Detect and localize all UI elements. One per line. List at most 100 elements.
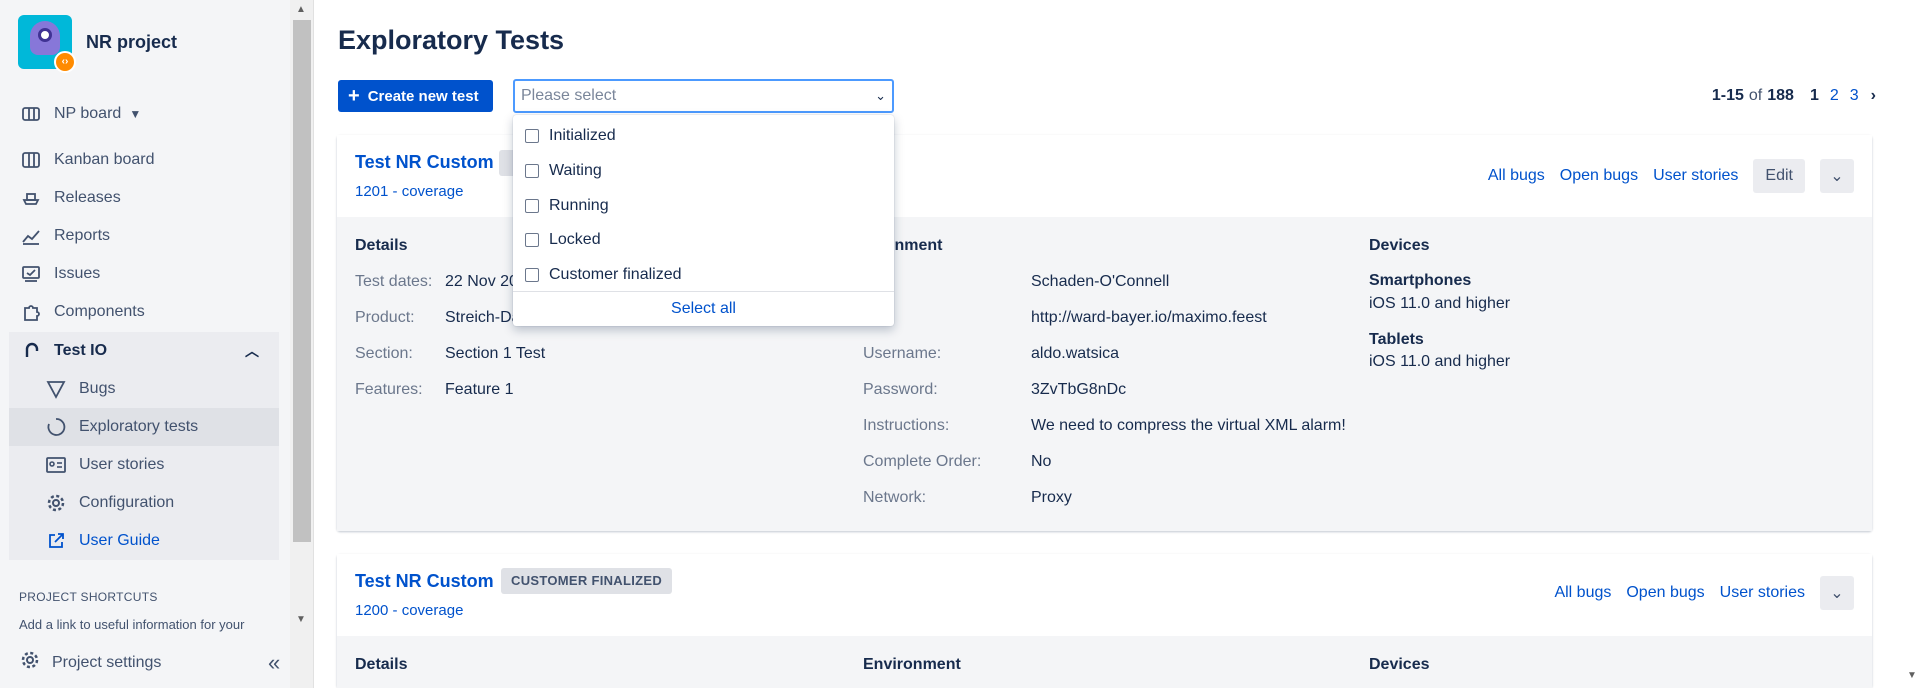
sidebar-group-label: Test IO xyxy=(54,342,108,359)
scroll-down-icon[interactable]: ▼ xyxy=(1907,670,1917,681)
sidebar-item-kanban-board[interactable]: Kanban board xyxy=(9,141,279,179)
environment-heading: Environment xyxy=(863,656,961,673)
env-value: http://ward-bayer.io/maximo.feest xyxy=(1031,309,1267,326)
page-title: Exploratory Tests xyxy=(338,25,565,55)
page-3[interactable]: 3 xyxy=(1850,87,1859,105)
project-name: NR project xyxy=(86,31,178,52)
status-badge: CUSTOMER FINALIZED xyxy=(501,568,673,594)
env-label: Password: xyxy=(863,381,938,398)
page-1[interactable]: 1 xyxy=(1810,87,1819,105)
project-settings-link[interactable]: Project settings xyxy=(20,650,161,675)
sidebar-item-exploratory-tests[interactable]: Exploratory tests xyxy=(9,408,279,446)
all-bugs-link[interactable]: All bugs xyxy=(1488,167,1545,185)
sidebar-scrollbar[interactable]: ▲ ▼ xyxy=(290,0,314,688)
user-stories-link[interactable]: User stories xyxy=(1653,167,1738,185)
chevron-up-icon: ︿ xyxy=(245,343,259,359)
sidebar-item-label: Bugs xyxy=(79,380,116,397)
filter-option-locked[interactable]: Locked xyxy=(525,228,601,252)
test-title-link[interactable]: Test NR Custom xyxy=(355,571,494,592)
test-subtitle-link[interactable]: 1201 - coverage xyxy=(355,183,463,200)
ship-icon xyxy=(20,187,42,209)
scroll-down-icon[interactable]: ▼ xyxy=(296,614,306,625)
sidebar-item-configuration[interactable]: Configuration xyxy=(9,484,279,522)
sidebar-item-user-guide[interactable]: User Guide xyxy=(9,522,279,560)
sidebar-item-issues[interactable]: Issues xyxy=(9,255,279,293)
test-subtitle-link[interactable]: 1200 - coverage xyxy=(355,602,463,619)
sidebar-item-label: Components xyxy=(54,303,145,320)
checkbox[interactable] xyxy=(525,199,539,213)
device-os: iOS 11.0 and higher xyxy=(1369,353,1511,370)
create-button-label: Create new test xyxy=(367,87,479,105)
status-filter-select[interactable]: Please select ⌄ xyxy=(513,79,894,113)
checkbox[interactable] xyxy=(525,268,539,282)
expand-button[interactable]: ⌄ xyxy=(1820,159,1854,193)
checkbox[interactable] xyxy=(525,233,539,247)
sidebar-item-releases[interactable]: Releases xyxy=(9,179,279,217)
sidebar-item-bugs[interactable]: Bugs xyxy=(9,370,279,408)
scroll-up-icon[interactable]: ▲ xyxy=(296,4,306,15)
filter-option-waiting[interactable]: Waiting xyxy=(525,159,602,183)
detail-value: Feature 1 xyxy=(445,381,514,398)
project-avatar: ‹› xyxy=(18,15,76,73)
checkbox[interactable] xyxy=(525,164,539,178)
pager-total: 188 xyxy=(1767,87,1794,104)
sidebar-item-user-stories[interactable]: User stories xyxy=(9,446,279,484)
create-new-test-button[interactable]: + Create new test xyxy=(338,80,493,112)
kanban-icon xyxy=(20,149,42,171)
main-content: Exploratory Tests + Create new test Plea… xyxy=(315,0,1920,688)
open-bugs-link[interactable]: Open bugs xyxy=(1626,584,1704,602)
sidebar-item-label: Kanban board xyxy=(54,151,155,168)
pager-range: 1-15 xyxy=(1711,87,1744,104)
option-label: Locked xyxy=(549,231,601,248)
board-selector[interactable]: NP board ▼ xyxy=(9,95,279,133)
sidebar-item-reports[interactable]: Reports xyxy=(9,217,279,255)
filter-option-initialized[interactable]: Initialized xyxy=(525,124,616,148)
sidebar-item-label: Issues xyxy=(54,265,101,282)
detail-value: Section 1 Test xyxy=(445,345,546,362)
select-all-button[interactable]: Select all xyxy=(513,291,894,326)
env-value: 3ZvTbG8nDc xyxy=(1031,381,1127,398)
details-heading: Details xyxy=(355,656,408,673)
edit-button[interactable]: Edit xyxy=(1753,159,1805,193)
board-icon xyxy=(20,103,42,125)
user-stories-link[interactable]: User stories xyxy=(1720,584,1805,602)
chevron-right-icon[interactable]: › xyxy=(1871,87,1876,105)
filter-option-running[interactable]: Running xyxy=(525,194,609,218)
plus-icon: + xyxy=(348,84,360,107)
all-bugs-link[interactable]: All bugs xyxy=(1554,584,1611,602)
env-label: Network: xyxy=(863,489,927,506)
sidebar-item-label: Configuration xyxy=(79,494,175,511)
checkbox[interactable] xyxy=(525,129,539,143)
shortcuts-text[interactable]: Add a link to useful information for you… xyxy=(19,617,244,632)
chart-icon xyxy=(20,225,42,247)
option-label: Initialized xyxy=(549,127,616,144)
project-header[interactable]: ‹› NR project xyxy=(18,15,178,73)
scrollbar-thumb[interactable] xyxy=(293,20,311,542)
test-io-logo-icon xyxy=(20,340,42,362)
option-label: Waiting xyxy=(549,162,602,179)
device-os: iOS 11.0 and higher xyxy=(1369,295,1511,312)
open-bugs-link[interactable]: Open bugs xyxy=(1560,167,1638,185)
page-2[interactable]: 2 xyxy=(1830,87,1839,105)
sidebar-item-label: Exploratory tests xyxy=(79,418,199,435)
puzzle-icon xyxy=(20,301,42,323)
test-title-link[interactable]: Test NR Custom xyxy=(355,152,494,173)
detail-value: 22 Nov 20 xyxy=(445,273,518,290)
circle-icon xyxy=(45,416,67,438)
chevron-down-icon: ⌄ xyxy=(875,88,886,103)
sidebar-item-label: User stories xyxy=(79,456,165,473)
select-placeholder: Please select xyxy=(521,87,617,104)
page-scrollbar[interactable]: ▼ xyxy=(1904,0,1920,688)
expand-button[interactable]: ⌄ xyxy=(1820,576,1854,610)
env-value: aldo.watsica xyxy=(1031,345,1120,362)
collapse-sidebar-icon[interactable]: « xyxy=(268,650,280,676)
option-label: Customer finalized xyxy=(549,266,682,283)
detail-value: Streich-Da xyxy=(445,309,521,326)
external-link-icon xyxy=(45,530,67,552)
board-label: NP board xyxy=(54,105,122,122)
pager-of: of xyxy=(1748,87,1763,104)
gear-icon xyxy=(20,650,40,675)
sidebar-item-components[interactable]: Components xyxy=(9,293,279,331)
sidebar-group-test-io[interactable]: Test IO ︿ xyxy=(9,332,279,370)
filter-option-customer-finalized[interactable]: Customer finalized xyxy=(525,263,682,287)
